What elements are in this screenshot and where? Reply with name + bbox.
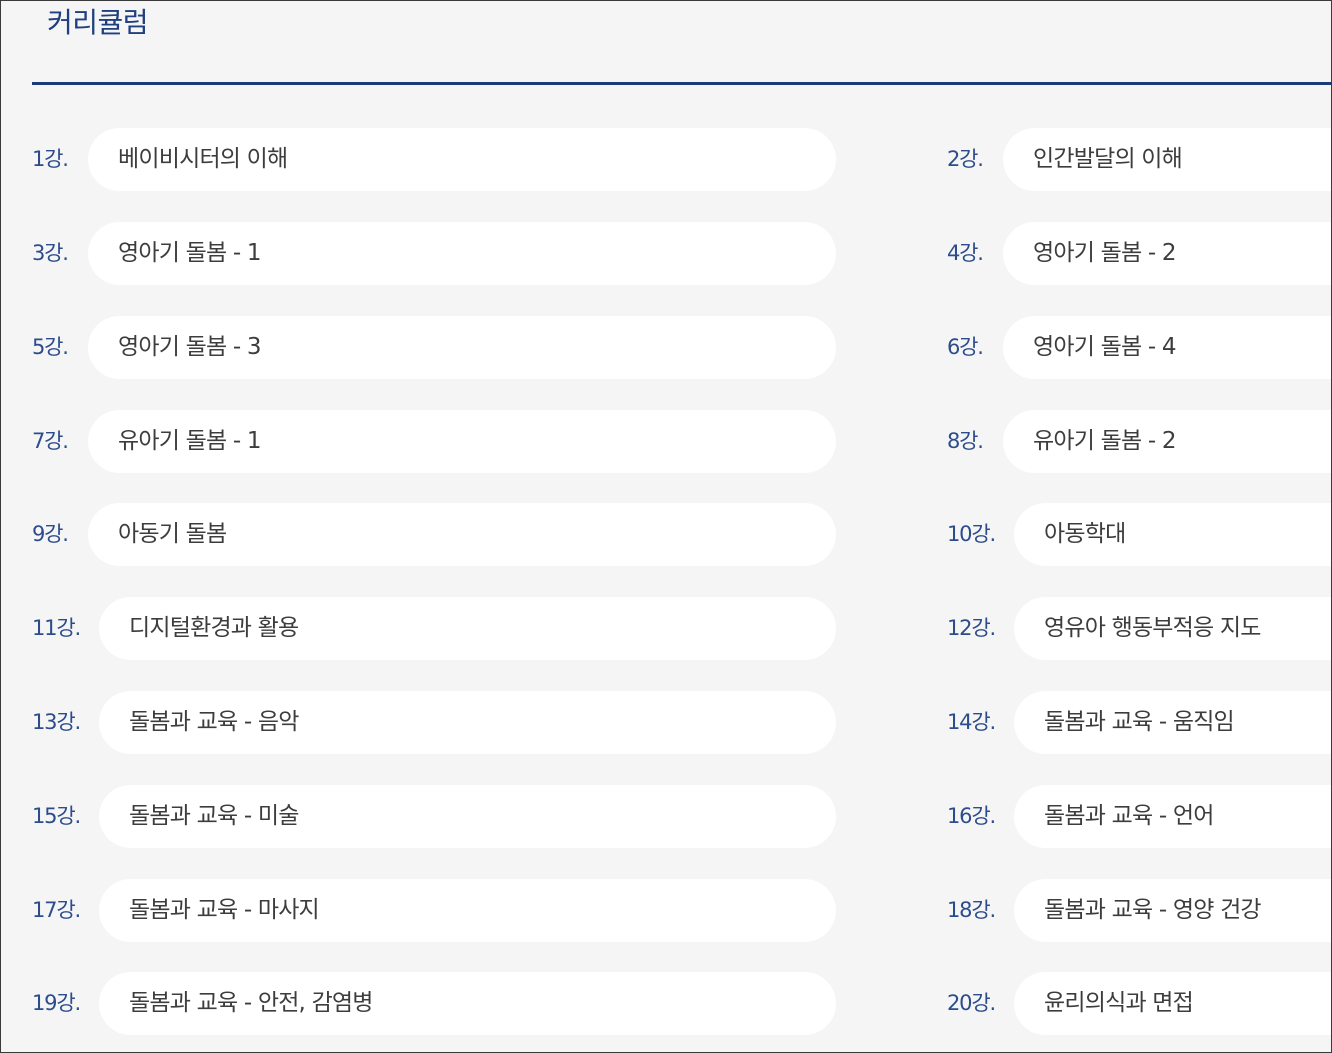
- lesson-item[interactable]: 8강. 유아기 돌봄 - 2: [947, 410, 1331, 473]
- lesson-title: 윤리의식과 면접: [1044, 990, 1194, 1016]
- lesson-item[interactable]: 1강. 베이비시터의 이해: [32, 128, 836, 191]
- lesson-number: 16강.: [947, 804, 996, 828]
- lesson-title-pill[interactable]: 돌봄과 교육 - 미술: [99, 785, 836, 848]
- lesson-title: 베이비시터의 이해: [118, 146, 288, 172]
- lesson-title-pill[interactable]: 영아기 돌봄 - 2: [1003, 222, 1331, 285]
- lesson-title: 아동학대: [1044, 521, 1126, 547]
- lesson-number: 17강.: [32, 898, 81, 922]
- lesson-title: 인간발달의 이해: [1033, 146, 1183, 172]
- lesson-title-pill[interactable]: 영아기 돌봄 - 4: [1003, 316, 1331, 379]
- lesson-title-pill[interactable]: 디지털환경과 활용: [99, 597, 836, 660]
- lesson-number: 18강.: [947, 898, 996, 922]
- lesson-number: 14강.: [947, 710, 996, 734]
- lesson-item[interactable]: 3강. 영아기 돌봄 - 1: [32, 222, 836, 285]
- lesson-title-pill[interactable]: 베이비시터의 이해: [88, 128, 836, 191]
- lesson-item[interactable]: 4강. 영아기 돌봄 - 2: [947, 222, 1331, 285]
- lesson-number: 7강.: [32, 429, 69, 453]
- curriculum-section: 커리큘럼 1강. 베이비시터의 이해 2강. 인간발달의 이해 3강. 영아기 돌봄 - …: [0, 0, 1332, 1053]
- lesson-number: 8강.: [947, 429, 984, 453]
- lesson-title-pill[interactable]: 돌봄과 교육 - 언어: [1014, 785, 1331, 848]
- lesson-item[interactable]: 20강. 윤리의식과 면접: [947, 972, 1331, 1035]
- lesson-number: 12강.: [947, 616, 996, 640]
- lesson-title: 돌봄과 교육 - 영양 건강: [1044, 897, 1262, 923]
- lesson-item[interactable]: 19강. 돌봄과 교육 - 안전, 감염병: [32, 972, 836, 1035]
- lesson-title: 돌봄과 교육 - 미술: [129, 803, 299, 829]
- lesson-list: 1강. 베이비시터의 이해 2강. 인간발달의 이해 3강. 영아기 돌봄 - 1 4강. 영…: [1, 1, 1331, 1052]
- lesson-number: 20강.: [947, 991, 996, 1015]
- lesson-number: 1강.: [32, 147, 69, 171]
- lesson-title: 돌봄과 교육 - 언어: [1044, 803, 1214, 829]
- lesson-number: 3강.: [32, 241, 69, 265]
- lesson-title: 유아기 돌봄 - 1: [118, 428, 261, 454]
- lesson-title-pill[interactable]: 아동학대: [1014, 503, 1331, 566]
- lesson-item[interactable]: 9강. 아동기 돌봄: [32, 503, 836, 566]
- lesson-item[interactable]: 13강. 돌봄과 교육 - 음악: [32, 691, 836, 754]
- lesson-title: 돌봄과 교육 - 마사지: [129, 897, 320, 923]
- lesson-title-pill[interactable]: 돌봄과 교육 - 영양 건강: [1014, 879, 1331, 942]
- lesson-number: 9강.: [32, 522, 69, 546]
- lesson-title-pill[interactable]: 영유아 행동부적응 지도: [1014, 597, 1331, 660]
- lesson-number: 13강.: [32, 710, 81, 734]
- lesson-title-pill[interactable]: 영아기 돌봄 - 1: [88, 222, 836, 285]
- lesson-item[interactable]: 18강. 돌봄과 교육 - 영양 건강: [947, 879, 1331, 942]
- lesson-title-pill[interactable]: 유아기 돌봄 - 1: [88, 410, 836, 473]
- lesson-number: 10강.: [947, 522, 996, 546]
- lesson-item[interactable]: 2강. 인간발달의 이해: [947, 128, 1331, 191]
- lesson-title-pill[interactable]: 아동기 돌봄: [88, 503, 836, 566]
- lesson-title: 아동기 돌봄: [118, 521, 227, 547]
- lesson-item[interactable]: 11강. 디지털환경과 활용: [32, 597, 836, 660]
- lesson-title: 영아기 돌봄 - 3: [118, 334, 261, 360]
- lesson-title: 영아기 돌봄 - 4: [1033, 334, 1176, 360]
- lesson-title: 돌봄과 교육 - 안전, 감염병: [129, 990, 373, 1016]
- lesson-number: 6강.: [947, 335, 984, 359]
- lesson-title: 영유아 행동부적응 지도: [1044, 615, 1261, 641]
- lesson-number: 4강.: [947, 241, 984, 265]
- lesson-item[interactable]: 12강. 영유아 행동부적응 지도: [947, 597, 1331, 660]
- lesson-title: 영아기 돌봄 - 2: [1033, 240, 1176, 266]
- lesson-item[interactable]: 15강. 돌봄과 교육 - 미술: [32, 785, 836, 848]
- lesson-number: 11강.: [32, 616, 81, 640]
- lesson-item[interactable]: 16강. 돌봄과 교육 - 언어: [947, 785, 1331, 848]
- lesson-title: 유아기 돌봄 - 2: [1033, 428, 1176, 454]
- lesson-title: 돌봄과 교육 - 음악: [129, 709, 299, 735]
- lesson-item[interactable]: 7강. 유아기 돌봄 - 1: [32, 410, 836, 473]
- lesson-number: 19강.: [32, 991, 81, 1015]
- lesson-title-pill[interactable]: 돌봄과 교육 - 마사지: [99, 879, 836, 942]
- lesson-title: 디지털환경과 활용: [129, 615, 299, 641]
- lesson-title: 돌봄과 교육 - 움직임: [1044, 709, 1235, 735]
- lesson-item[interactable]: 14강. 돌봄과 교육 - 움직임: [947, 691, 1331, 754]
- lesson-item[interactable]: 6강. 영아기 돌봄 - 4: [947, 316, 1331, 379]
- lesson-title-pill[interactable]: 돌봄과 교육 - 안전, 감염병: [99, 972, 836, 1035]
- lesson-number: 2강.: [947, 147, 984, 171]
- lesson-title-pill[interactable]: 영아기 돌봄 - 3: [88, 316, 836, 379]
- lesson-number: 5강.: [32, 335, 69, 359]
- lesson-title: 영아기 돌봄 - 1: [118, 240, 261, 266]
- lesson-item[interactable]: 5강. 영아기 돌봄 - 3: [32, 316, 836, 379]
- lesson-title-pill[interactable]: 유아기 돌봄 - 2: [1003, 410, 1331, 473]
- lesson-title-pill[interactable]: 돌봄과 교육 - 음악: [99, 691, 836, 754]
- lesson-title-pill[interactable]: 윤리의식과 면접: [1014, 972, 1331, 1035]
- lesson-title-pill[interactable]: 돌봄과 교육 - 움직임: [1014, 691, 1331, 754]
- lesson-number: 15강.: [32, 804, 81, 828]
- lesson-item[interactable]: 10강. 아동학대: [947, 503, 1331, 566]
- lesson-item[interactable]: 17강. 돌봄과 교육 - 마사지: [32, 879, 836, 942]
- lesson-title-pill[interactable]: 인간발달의 이해: [1003, 128, 1331, 191]
